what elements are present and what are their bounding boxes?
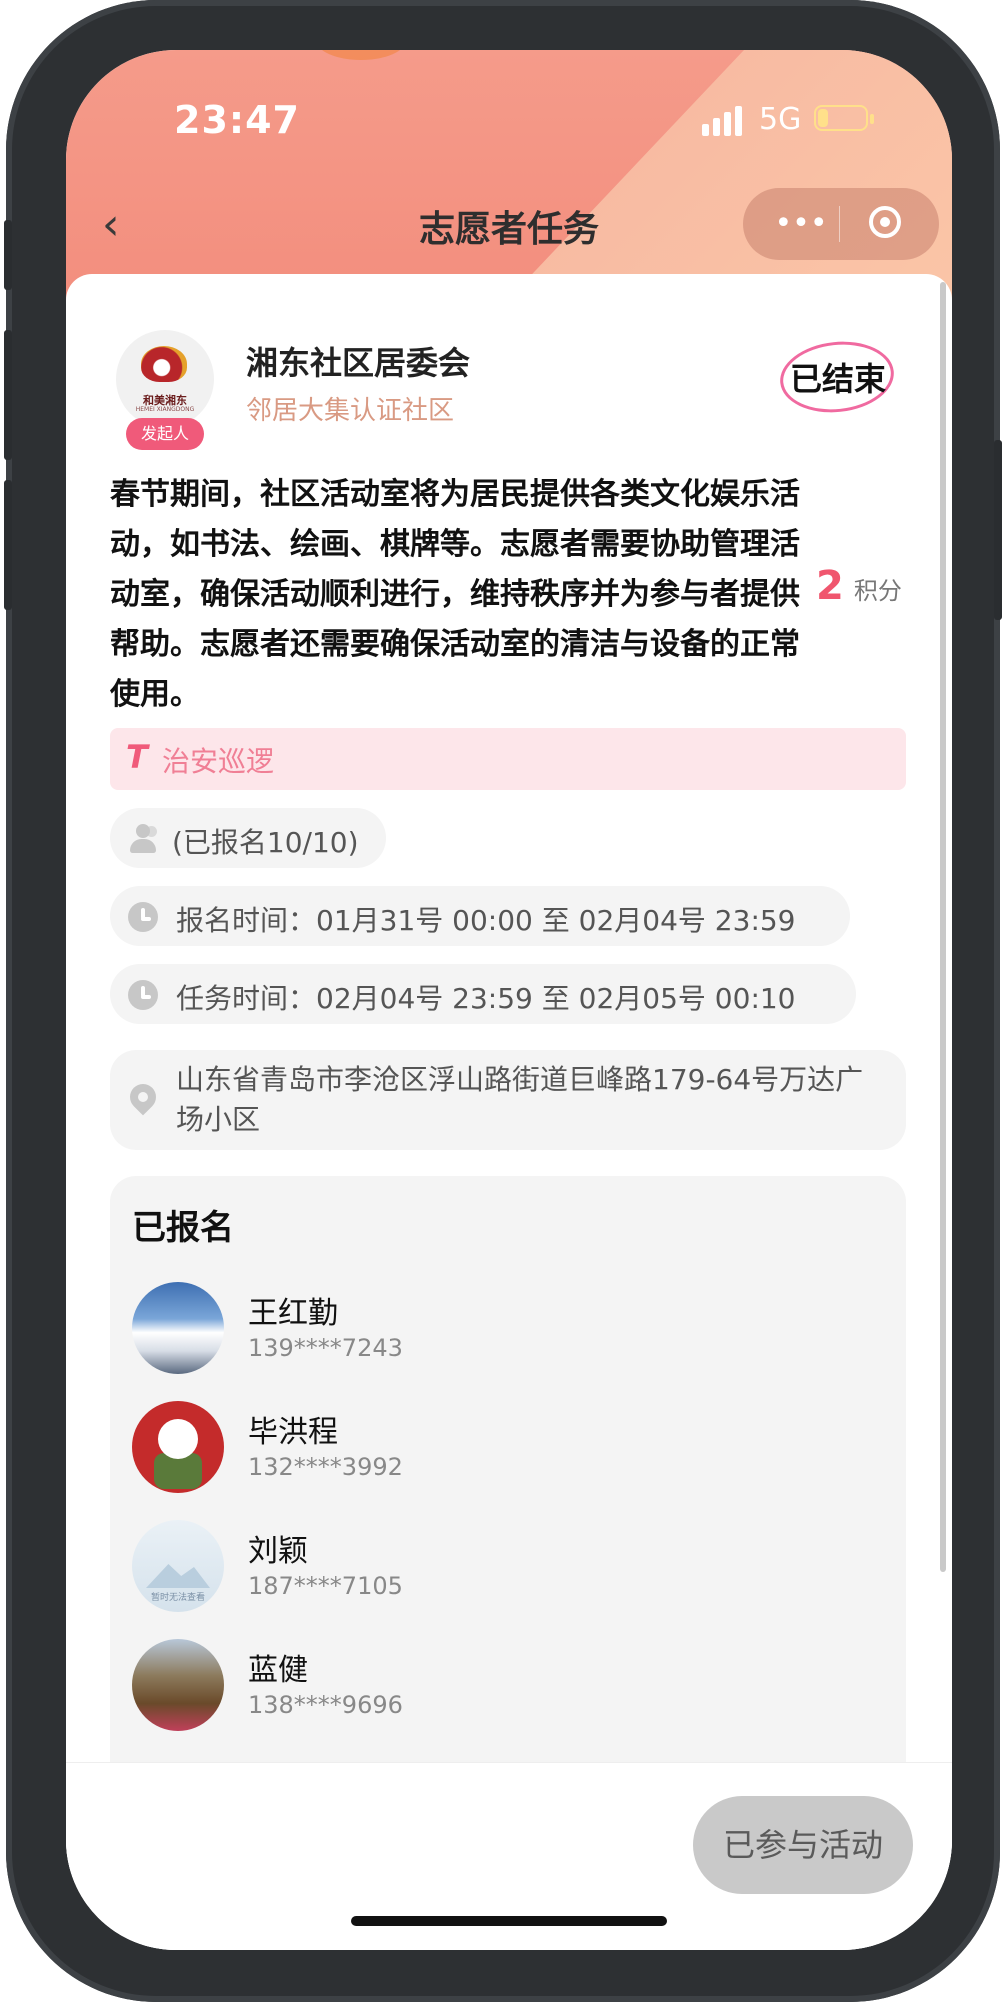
location-text: 山东省青岛市李沧区浮山路街道巨峰路179-64号万达广场小区	[176, 1063, 864, 1136]
signal-icon	[702, 104, 752, 136]
signup-count-pill: (已报名10/10)	[110, 808, 386, 868]
task-time: 任务时间：02月04号 23:59 至 02月05号 00:10	[176, 982, 796, 1015]
organizer-logo: 和美湘东 HEMEI XIANGDONG	[116, 330, 214, 428]
status-stamp: 已结束	[776, 336, 898, 418]
volume-down-button	[4, 480, 12, 610]
initiator-badge: 发起人	[126, 418, 204, 450]
tag-label: 治安巡逻	[162, 745, 275, 778]
logo-subtext: HEMEI XIANGDONG	[135, 406, 195, 413]
logo-emblem-icon	[141, 346, 187, 382]
signup-time-pill: 报名时间：01月31号 00:00 至 02月04号 23:59	[110, 886, 850, 946]
organizer-name: 湘东社区居委会	[246, 344, 471, 382]
capsule-divider	[839, 206, 840, 242]
avatar	[132, 1401, 224, 1493]
person-name: 王红勤	[248, 1296, 338, 1331]
points-reward: 2 积分	[816, 563, 902, 609]
organizer-subtitle: 邻居大集认证社区	[246, 396, 455, 426]
network-type: 5G	[759, 102, 802, 137]
list-item[interactable]: 蓝健 138****9696	[132, 1639, 832, 1739]
mute-switch	[4, 220, 12, 290]
location-pin-icon	[124, 1078, 162, 1116]
avatar	[132, 1639, 224, 1731]
avatar	[132, 1282, 224, 1374]
person-name: 刘颖	[248, 1534, 308, 1569]
task-category-tag: T 治安巡逻	[110, 728, 906, 790]
target-circle-icon[interactable]	[869, 206, 901, 238]
person-name: 毕洪程	[248, 1415, 338, 1450]
person-phone: 139****7243	[248, 1334, 403, 1362]
signup-count: (已报名10/10)	[172, 826, 359, 859]
tag-t-icon: T	[126, 738, 148, 776]
clock-icon	[128, 980, 158, 1010]
more-dots-icon[interactable]: •••	[769, 202, 833, 246]
header-decoration	[316, 50, 406, 60]
battery-icon	[814, 105, 874, 131]
scrollbar[interactable]	[940, 282, 946, 1572]
mini-program-capsule: •••	[743, 188, 939, 260]
joined-activity-button[interactable]: 已参与活动	[693, 1796, 913, 1894]
task-time-pill: 任务时间：02月04号 23:59 至 02月05号 00:10	[110, 964, 856, 1024]
person-phone: 132****3992	[248, 1453, 403, 1481]
avatar: 暂时无法查看	[132, 1520, 224, 1612]
status-text: 已结束	[790, 360, 887, 398]
points-unit: 积分	[853, 577, 902, 605]
status-time: 23:47	[174, 98, 300, 142]
list-item[interactable]: 毕洪程 132****3992	[132, 1401, 832, 1501]
task-description: 春节期间，社区活动室将为居民提供各类文化娱乐活动，如书法、绘画、棋牌等。志愿者需…	[110, 477, 800, 712]
clock-icon	[128, 902, 158, 932]
volume-up-button	[4, 330, 12, 460]
power-button	[994, 440, 1002, 620]
phone-frame: 23:47 5G ‹ 志愿者任务 ••• 和美湘东 HEMEI XIANGDON…	[4, 0, 1002, 2002]
home-indicator[interactable]	[351, 1916, 667, 1926]
list-item[interactable]: 王红勤 139****7243	[132, 1282, 832, 1382]
location-box[interactable]: 山东省青岛市李沧区浮山路街道巨峰路179-64号万达广场小区	[110, 1050, 906, 1150]
person-phone: 138****9696	[248, 1691, 403, 1719]
person-phone: 187****7105	[248, 1572, 403, 1600]
avatar-caption: 暂时无法查看	[150, 1593, 205, 1603]
points-value: 2	[816, 563, 844, 609]
signed-up-title: 已报名	[132, 1208, 234, 1248]
signup-time: 报名时间：01月31号 00:00 至 02月04号 23:59	[176, 904, 796, 937]
list-item[interactable]: 暂时无法查看 刘颖 187****7105	[132, 1520, 832, 1620]
person-name: 蓝健	[248, 1653, 308, 1688]
users-icon	[128, 824, 158, 854]
screen: 23:47 5G ‹ 志愿者任务 ••• 和美湘东 HEMEI XIANGDON…	[66, 50, 952, 1950]
